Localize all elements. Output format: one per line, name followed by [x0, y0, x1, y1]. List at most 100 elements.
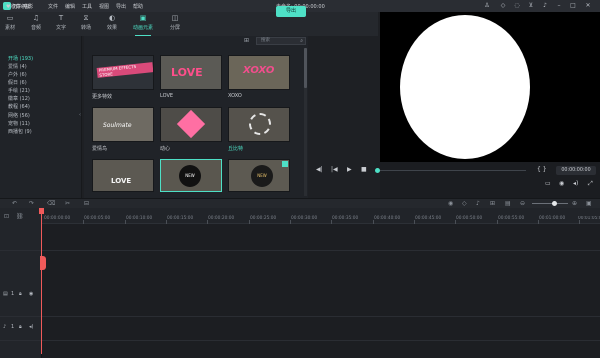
- zoom-in-icon[interactable]: ⊕: [572, 200, 577, 207]
- user-icon[interactable]: ♙: [484, 3, 490, 9]
- element-thumbnail[interactable]: NEW: [228, 159, 290, 192]
- display-icon[interactable]: ▭: [545, 180, 551, 187]
- category-item[interactable]: 教程 (64): [8, 103, 30, 110]
- category-item[interactable]: 徽章 (12): [8, 95, 30, 102]
- ruler-tick-label: 00:00:05:00: [84, 216, 111, 221]
- ruler-tick: [125, 220, 126, 224]
- timeline-area[interactable]: [0, 208, 600, 358]
- volume-icon[interactable]: ◂): [573, 180, 578, 187]
- tab-elements[interactable]: ▣ 动画元素: [131, 14, 155, 36]
- preview-progress-knob[interactable]: [375, 168, 380, 173]
- category-item[interactable]: 宠物 (11): [8, 120, 30, 127]
- lock-icon[interactable]: 🔒︎: [19, 291, 22, 297]
- tab-text[interactable]: T 文字: [49, 14, 73, 31]
- fullscreen-icon[interactable]: ⤢: [588, 180, 593, 188]
- ruler-tick: [249, 220, 250, 224]
- audio-mixer-icon[interactable]: ⊞: [490, 200, 495, 207]
- zoom-slider-knob[interactable]: [552, 201, 557, 206]
- tab-effects[interactable]: ◐ 效果: [100, 14, 124, 31]
- element-thumbnail[interactable]: LOVE: [160, 55, 222, 90]
- export-button[interactable]: 导出: [276, 6, 306, 17]
- marker-icon[interactable]: ◇: [462, 200, 467, 207]
- mic-icon[interactable]: ♪: [542, 3, 548, 9]
- collapse-panel-icon[interactable]: ‹: [79, 112, 81, 118]
- preview-progress-track[interactable]: [378, 170, 526, 171]
- delete-icon[interactable]: ⌫: [47, 200, 55, 207]
- speaker-icon[interactable]: ◂): [29, 324, 33, 330]
- undo-icon[interactable]: ↶: [12, 200, 17, 207]
- redo-icon[interactable]: ↷: [29, 200, 34, 207]
- lock-icon[interactable]: 🔒︎: [19, 324, 22, 330]
- track-header-column: [0, 208, 42, 358]
- element-thumbnail[interactable]: [228, 107, 290, 142]
- element-thumbnail[interactable]: PREMIUM EFFECTS STORE: [92, 55, 154, 90]
- playhead[interactable]: [41, 208, 42, 354]
- category-item[interactable]: 假日 (6): [8, 79, 27, 86]
- play-icon[interactable]: ▶: [347, 166, 352, 173]
- download-badge-icon[interactable]: [282, 161, 288, 167]
- category-item[interactable]: 西播包 (9): [8, 128, 32, 135]
- category-item[interactable]: 爱情 (4): [8, 63, 27, 70]
- playhead-grip[interactable]: [40, 256, 46, 270]
- zoom-slider[interactable]: [532, 203, 568, 204]
- voiceover-icon[interactable]: ♪: [476, 200, 480, 207]
- stop-icon[interactable]: ■: [361, 166, 367, 173]
- mark-in-out-icon[interactable]: { }: [537, 166, 547, 173]
- element-thumbnail[interactable]: XOXO: [228, 55, 290, 90]
- visibility-icon[interactable]: ◉: [29, 291, 33, 297]
- search-input[interactable]: 搜索 ⌕: [256, 37, 306, 45]
- element-label: LOVE: [160, 93, 174, 99]
- element-thumbnail[interactable]: NEW: [160, 159, 222, 192]
- tab-splitscreen[interactable]: ◫ 分屏: [163, 14, 187, 31]
- tab-transition[interactable]: ⧖ 转场: [74, 14, 98, 31]
- cut-icon[interactable]: ✂: [65, 200, 70, 207]
- snapshot-icon[interactable]: ◉: [559, 180, 564, 187]
- maximize-icon[interactable]: □: [570, 3, 576, 9]
- category-item[interactable]: 网络 (56): [8, 112, 30, 119]
- category-item[interactable]: 手绘 (21): [8, 87, 30, 94]
- fit-timeline-icon[interactable]: ▣: [586, 200, 592, 207]
- adjust-icon[interactable]: ⊟: [84, 200, 89, 207]
- notification-icon[interactable]: ◌: [514, 3, 520, 9]
- render-icon[interactable]: ◉: [448, 200, 453, 207]
- element-thumbnail[interactable]: Soulmate: [92, 107, 154, 142]
- menu-edit[interactable]: 编辑: [65, 3, 75, 10]
- favorites-header[interactable]: ♥收藏 (0): [6, 3, 29, 10]
- splitscreen-icon: ◫: [171, 14, 179, 22]
- ruler-tick-label: 00:00:10:00: [126, 216, 153, 221]
- minimize-icon[interactable]: –: [556, 3, 562, 9]
- tab-audio[interactable]: ♫ 音频: [24, 14, 48, 31]
- menu-help[interactable]: 帮助: [133, 3, 143, 10]
- transition-icon: ⧖: [83, 14, 89, 22]
- element-thumbnail[interactable]: LOVE: [92, 159, 154, 192]
- grid-view-icon[interactable]: ⊞: [244, 37, 249, 44]
- rewind-icon[interactable]: ◀|: [316, 166, 323, 173]
- cart-icon[interactable]: ◇: [500, 3, 506, 9]
- add-track-icon[interactable]: ⊡: [4, 213, 9, 220]
- ruler-tick-label: 00:00:40:00: [374, 216, 401, 221]
- menu-view[interactable]: 视图: [99, 3, 109, 10]
- tab-media[interactable]: ▭ 素材: [0, 14, 22, 31]
- menu-tools[interactable]: 工具: [82, 3, 92, 10]
- ruler-tick: [414, 220, 415, 224]
- split-icon[interactable]: ▤: [505, 200, 511, 207]
- ruler-tick: [166, 220, 167, 224]
- menu-file[interactable]: 文件: [48, 3, 58, 10]
- download-icon[interactable]: ⊻: [528, 3, 534, 9]
- category-item[interactable]: 开场 (193): [8, 55, 33, 62]
- element-label: XOXO: [228, 93, 242, 99]
- element-thumbnail[interactable]: [160, 107, 222, 142]
- close-icon[interactable]: ✕: [585, 3, 591, 9]
- category-item[interactable]: 户外 (6): [8, 71, 27, 78]
- playhead-handle[interactable]: [39, 208, 44, 214]
- library-scroll-thumb[interactable]: [304, 48, 307, 88]
- step-back-icon[interactable]: |◀: [331, 166, 338, 173]
- element-label: 更多特效: [92, 94, 113, 100]
- link-icon[interactable]: ⛓: [16, 213, 24, 220]
- audio-track-icon: ♪: [3, 324, 7, 330]
- heart-art: [176, 109, 206, 139]
- video-track-icon: ▤: [3, 291, 8, 297]
- zoom-out-icon[interactable]: ⊖: [520, 200, 525, 207]
- ruler-tick-label: 00:00:35:00: [332, 216, 359, 221]
- menu-export[interactable]: 导出: [116, 3, 126, 10]
